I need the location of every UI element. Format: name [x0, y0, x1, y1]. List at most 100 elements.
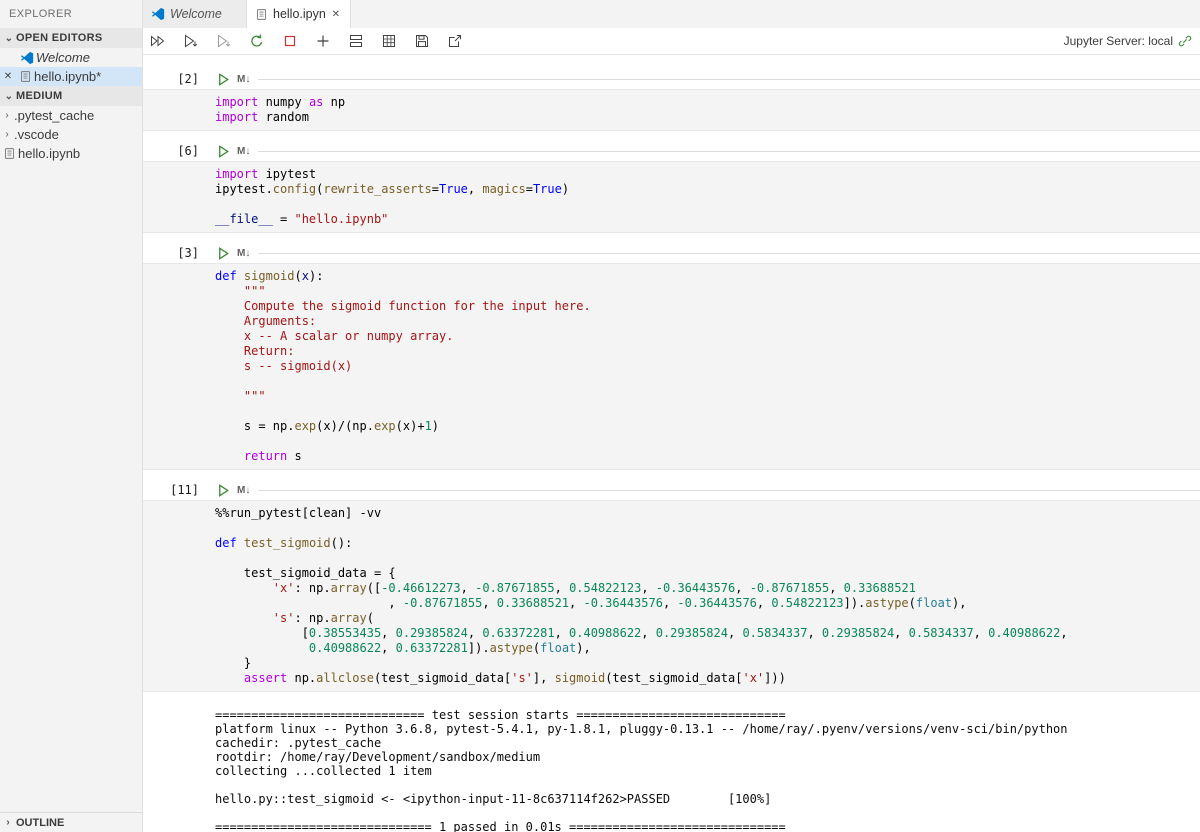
code-line: s -- sigmoid(x) [215, 359, 1192, 374]
chevron-down-icon: ⌄ [2, 91, 16, 102]
open-editor-label: Welcome [36, 50, 90, 65]
convert-to-markdown-button[interactable]: M↓ [237, 146, 250, 157]
convert-to-markdown-button[interactable]: M↓ [237, 485, 250, 496]
convert-to-markdown-button[interactable]: M↓ [237, 74, 250, 85]
explorer-sidebar: EXPLORER ⌄ OPEN EDITORS Welcome ✕ hello.… [0, 0, 143, 832]
export-icon [447, 33, 463, 49]
code-editor[interactable]: import numpy as npimport random [143, 89, 1200, 131]
code-line: %%run_pytest[clean] -vv [215, 506, 1192, 521]
close-icon[interactable]: ✕ [330, 8, 342, 21]
chevron-right-icon: › [0, 129, 14, 140]
folder-section-header[interactable]: ⌄ MEDIUM [0, 86, 142, 106]
execution-count: [2] [143, 72, 199, 86]
code-line: """ [215, 389, 1192, 404]
add-cell-button[interactable] [312, 30, 334, 52]
chevron-down-icon: ⌄ [2, 33, 16, 44]
explorer-title: EXPLORER [0, 0, 142, 28]
tab-label: hello.ipynb* [273, 7, 325, 21]
code-line [215, 197, 1192, 212]
restart-kernel-button[interactable] [246, 30, 268, 52]
tab-welcome[interactable]: Welcome [143, 0, 247, 28]
tree-item-hello-ipynb[interactable]: hello.ipynb [0, 144, 142, 163]
run-below-icon [216, 33, 232, 49]
code-line: """ [215, 284, 1192, 299]
notebook-icon [0, 147, 18, 160]
play-icon [216, 246, 231, 261]
variable-explorer-button[interactable] [378, 30, 400, 52]
code-line: import numpy as np [215, 95, 1192, 110]
code-line [215, 551, 1192, 566]
code-line: test_sigmoid_data = { [215, 566, 1192, 581]
save-button[interactable] [411, 30, 433, 52]
output-line: ============================= test sessi… [215, 708, 1192, 722]
open-editor-item-hello-ipynb[interactable]: ✕ hello.ipynb* [0, 67, 142, 86]
run-cell-button[interactable] [180, 30, 202, 52]
open-editors-header[interactable]: ⌄ OPEN EDITORS [0, 28, 142, 48]
run-all-icon [150, 33, 166, 49]
cell-divider [258, 79, 1200, 80]
code-line: [0.38553435, 0.29385824, 0.63372281, 0.4… [215, 626, 1192, 641]
notebook-cells: [2]M↓import numpy as npimport random[6]M… [143, 55, 1200, 832]
vscode-window: EXPLORER ⌄ OPEN EDITORS Welcome ✕ hello.… [0, 0, 1200, 832]
output-line: cachedir: .pytest_cache [215, 736, 1192, 750]
tab-label: Welcome [170, 7, 238, 21]
output-line: rootdir: /home/ray/Development/sandbox/m… [215, 750, 1192, 764]
cell-divider [258, 253, 1200, 254]
editor-area: Welcome hello.ipynb* ✕ Jupyter Server: l… [143, 0, 1200, 832]
jupyter-server-status[interactable]: Jupyter Server: local [1064, 34, 1192, 48]
chevron-right-icon: › [0, 817, 16, 828]
interrupt-kernel-button[interactable] [279, 30, 301, 52]
jupyter-connected-icon [1178, 34, 1192, 48]
close-icon[interactable]: ✕ [0, 71, 16, 82]
vscode-logo-icon [151, 7, 165, 21]
tree-item-pytest-cache[interactable]: › .pytest_cache [0, 106, 142, 125]
code-line: , -0.87671855, 0.33688521, -0.36443576, … [215, 596, 1192, 611]
code-line: __file__ = "hello.ipynb" [215, 212, 1192, 227]
convert-to-markdown-button[interactable]: M↓ [237, 248, 250, 259]
play-icon [216, 483, 231, 498]
tab-hello-ipynb[interactable]: hello.ipynb* ✕ [247, 0, 351, 28]
output-line [215, 778, 1192, 792]
code-line: assert np.allclose(test_sigmoid_data['s'… [215, 671, 1192, 686]
run-cell-button[interactable] [213, 244, 233, 262]
code-editor[interactable]: %%run_pytest[clean] -vvdef test_sigmoid(… [143, 500, 1200, 692]
code-line: Arguments: [215, 314, 1192, 329]
output-line: platform linux -- Python 3.6.8, pytest-5… [215, 722, 1192, 736]
open-editor-label: hello.ipynb* [34, 69, 101, 84]
outline-section-header[interactable]: › OUTLINE [0, 812, 142, 832]
code-line: ipytest.config(rewrite_asserts=True, mag… [215, 182, 1192, 197]
notebook-cell: [6]M↓import ipytestipytest.config(rewrit… [143, 141, 1200, 233]
outline-label: OUTLINE [16, 817, 64, 829]
code-line [215, 404, 1192, 419]
code-editor[interactable]: import ipytestipytest.config(rewrite_ass… [143, 161, 1200, 233]
code-line: def sigmoid(x): [215, 269, 1192, 284]
cell-divider [258, 151, 1200, 152]
notebook-cell: [2] M↓ import numpy as npimport random [143, 69, 1200, 131]
insert-cell-button[interactable] [345, 30, 367, 52]
run-cell-button[interactable] [213, 70, 233, 88]
code-line: 'x': np.array([-0.46612273, -0.87671855,… [215, 581, 1192, 596]
output-line [215, 806, 1192, 820]
code-editor[interactable]: def sigmoid(x): """ Compute the sigmoid … [143, 263, 1200, 470]
code-line: Return: [215, 344, 1192, 359]
run-all-button[interactable] [147, 30, 169, 52]
output-line: ============================== 1 passed … [215, 820, 1192, 832]
export-button[interactable] [444, 30, 466, 52]
tree-item-label: hello.ipynb [18, 146, 80, 161]
code-line: x -- A scalar or numpy array. [215, 329, 1192, 344]
execution-count: [3] [143, 246, 199, 260]
run-below-button[interactable] [213, 30, 235, 52]
code-line: import ipytest [215, 167, 1192, 182]
open-editor-item-welcome[interactable]: Welcome [0, 48, 142, 67]
play-icon [216, 72, 231, 87]
variable-explorer-icon [381, 33, 397, 49]
tree-item-vscode[interactable]: › .vscode [0, 125, 142, 144]
run-cell-button[interactable] [213, 142, 233, 160]
code-line: 's': np.array( [215, 611, 1192, 626]
notebook-toolbar-buttons [147, 30, 466, 52]
code-line [215, 374, 1192, 389]
save-icon [414, 33, 430, 49]
run-cell-button[interactable] [213, 481, 233, 499]
jupyter-server-label: Jupyter Server: local [1064, 34, 1173, 48]
code-line: import random [215, 110, 1192, 125]
